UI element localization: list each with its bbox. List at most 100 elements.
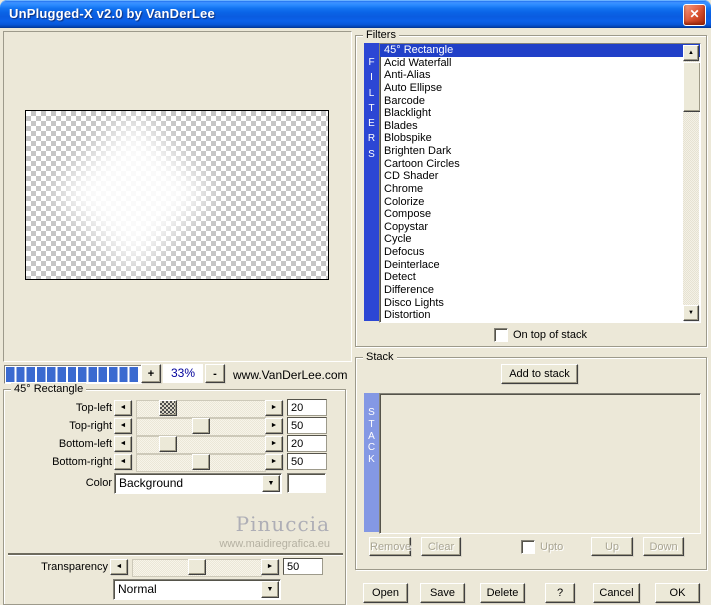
transparency-value-input[interactable] <box>283 558 323 575</box>
slider-right-arrow-button[interactable]: ► <box>265 436 283 452</box>
vendor-website: www.VanDerLee.com <box>233 368 348 382</box>
remove-button[interactable]: Remove <box>369 537 411 556</box>
slider-left-arrow-button[interactable]: ◄ <box>114 454 132 470</box>
zoom-level: 33% <box>163 364 203 383</box>
slider-track[interactable] <box>136 400 266 418</box>
title-bar[interactable]: UnPlugged-X v2.0 by VanDerLee ✕ <box>0 0 711 28</box>
slider-track[interactable] <box>136 454 266 472</box>
upto-checkbox[interactable] <box>521 539 535 554</box>
filter-list-item[interactable]: Blacklight <box>380 107 700 120</box>
filter-list-item[interactable]: Chrome <box>380 183 700 196</box>
help-button[interactable]: ? <box>545 583 575 603</box>
filter-list-item[interactable]: CD Shader <box>380 170 700 183</box>
open-button[interactable]: Open <box>363 583 408 603</box>
slider-right-arrow-button[interactable]: ► <box>265 454 283 470</box>
chevron-down-icon[interactable]: ▼ <box>262 475 280 492</box>
progress-bar-fill <box>6 367 140 382</box>
filter-list-item[interactable]: Auto Ellipse <box>380 82 700 95</box>
filter-list-item[interactable]: Defocus <box>380 246 700 259</box>
on-top-of-stack-checkbox[interactable] <box>494 328 508 342</box>
filter-list-item[interactable]: Deinterlace <box>380 259 700 272</box>
filter-list-scrollbar[interactable]: ▲ ▼ <box>683 45 700 321</box>
left-arrow-icon: ◄ <box>119 404 127 411</box>
add-to-stack-button[interactable]: Add to stack <box>501 364 578 384</box>
filter-list-item[interactable]: Detect <box>380 271 700 284</box>
filter-list-item[interactable]: Distortion <box>380 309 700 322</box>
filter-list-item[interactable]: Blades <box>380 120 700 133</box>
slider-value-input[interactable] <box>287 417 327 434</box>
color-swatch[interactable] <box>287 473 326 493</box>
progress-bar <box>4 365 142 384</box>
slider-thumb[interactable] <box>159 436 177 452</box>
down-button[interactable]: Down <box>643 537 684 556</box>
slider-track[interactable] <box>136 418 266 436</box>
filter-list-item[interactable]: Anti-Alias <box>380 69 700 82</box>
filter-list-item[interactable]: Cycle <box>380 233 700 246</box>
slider-track[interactable] <box>136 436 266 454</box>
slider-value-input[interactable] <box>287 399 327 416</box>
parameter-group-title: 45° Rectangle <box>11 383 87 395</box>
filter-list-item[interactable]: Colorize <box>380 196 700 209</box>
slider-thumb[interactable] <box>192 454 210 470</box>
save-button[interactable]: Save <box>420 583 465 603</box>
slider-left-arrow-button[interactable]: ◄ <box>114 400 132 416</box>
filter-list-item[interactable]: Blobspike <box>380 132 700 145</box>
filter-list-item[interactable]: Difference <box>380 284 700 297</box>
preview-image[interactable] <box>25 110 329 280</box>
color-combobox-value: Background <box>119 476 184 490</box>
slider-value-input[interactable] <box>287 435 327 452</box>
close-button[interactable]: ✕ <box>683 4 706 26</box>
filter-list-item[interactable]: Disco Lights <box>380 297 700 310</box>
filter-list-item-selected[interactable]: 45° Rectangle <box>380 44 700 57</box>
left-arrow-icon: ◄ <box>115 563 123 570</box>
slider-value-input[interactable] <box>287 453 327 470</box>
filter-list-item[interactable]: Acid Waterfall <box>380 57 700 70</box>
transparency-track[interactable] <box>132 559 262 577</box>
window-title: UnPlugged-X v2.0 by VanDerLee <box>9 6 215 21</box>
blend-mode-combobox[interactable]: Normal ▼ <box>113 579 281 600</box>
transparency-thumb[interactable] <box>188 559 206 575</box>
chevron-down-icon[interactable]: ▼ <box>261 581 279 598</box>
scrollbar-up-button[interactable]: ▲ <box>683 45 699 61</box>
filter-list-item[interactable]: Barcode <box>380 95 700 108</box>
side-letter: R <box>367 133 376 145</box>
color-row: Color Background ▼ <box>4 473 345 494</box>
side-letter: C <box>367 442 376 454</box>
side-letter: L <box>368 87 375 99</box>
blend-mode-value: Normal <box>118 582 157 596</box>
scrollbar-down-button[interactable]: ▼ <box>683 305 699 321</box>
stack-groupbox: Stack S T A C K Remove Clear Upto Up Dow… <box>355 351 707 570</box>
scrollbar-thumb[interactable] <box>683 62 700 112</box>
stack-group-title: Stack <box>363 351 397 363</box>
slider-row-top-left: Top-left ◄ ► <box>4 399 345 418</box>
clear-button[interactable]: Clear <box>421 537 461 556</box>
slider-left-arrow-button[interactable]: ◄ <box>114 418 132 434</box>
color-combobox[interactable]: Background ▼ <box>114 473 282 494</box>
delete-button[interactable]: Delete <box>480 583 525 603</box>
filter-list-item[interactable]: Cartoon Circles <box>380 158 700 171</box>
right-arrow-icon: ► <box>270 440 278 447</box>
filter-list-item[interactable]: Copystar <box>380 221 700 234</box>
up-button[interactable]: Up <box>591 537 633 556</box>
slider-thumb[interactable] <box>159 400 177 416</box>
watermark-text: Pinuccia <box>235 512 330 536</box>
on-top-of-stack-row: On top of stack <box>494 328 587 342</box>
slider-right-arrow-button[interactable]: ► <box>265 418 283 434</box>
slider-left-arrow-button[interactable]: ◄ <box>114 436 132 452</box>
ok-button[interactable]: OK <box>655 583 700 603</box>
zoom-out-button[interactable]: - <box>205 364 225 383</box>
filter-list[interactable]: 45° Rectangle Acid Waterfall Anti-Alias … <box>379 43 701 323</box>
zoom-in-button[interactable]: + <box>141 364 161 383</box>
filter-list-item[interactable]: Compose <box>380 208 700 221</box>
right-arrow-icon: ► <box>270 404 278 411</box>
slider-left-arrow-button[interactable]: ◄ <box>110 559 128 575</box>
slider-right-arrow-button[interactable]: ► <box>265 400 283 416</box>
side-letter: T <box>368 418 375 430</box>
slider-right-arrow-button[interactable]: ► <box>261 559 279 575</box>
slider-thumb[interactable] <box>192 418 210 434</box>
unplugged-x-dialog: { "window": { "title": "UnPlugged-X v2.0… <box>0 0 711 605</box>
cancel-button[interactable]: Cancel <box>593 583 640 603</box>
filter-list-item[interactable]: Brighten Dark <box>380 145 700 158</box>
filters-side-bar: F I L T E R S <box>364 43 379 321</box>
stack-list[interactable] <box>379 393 701 534</box>
